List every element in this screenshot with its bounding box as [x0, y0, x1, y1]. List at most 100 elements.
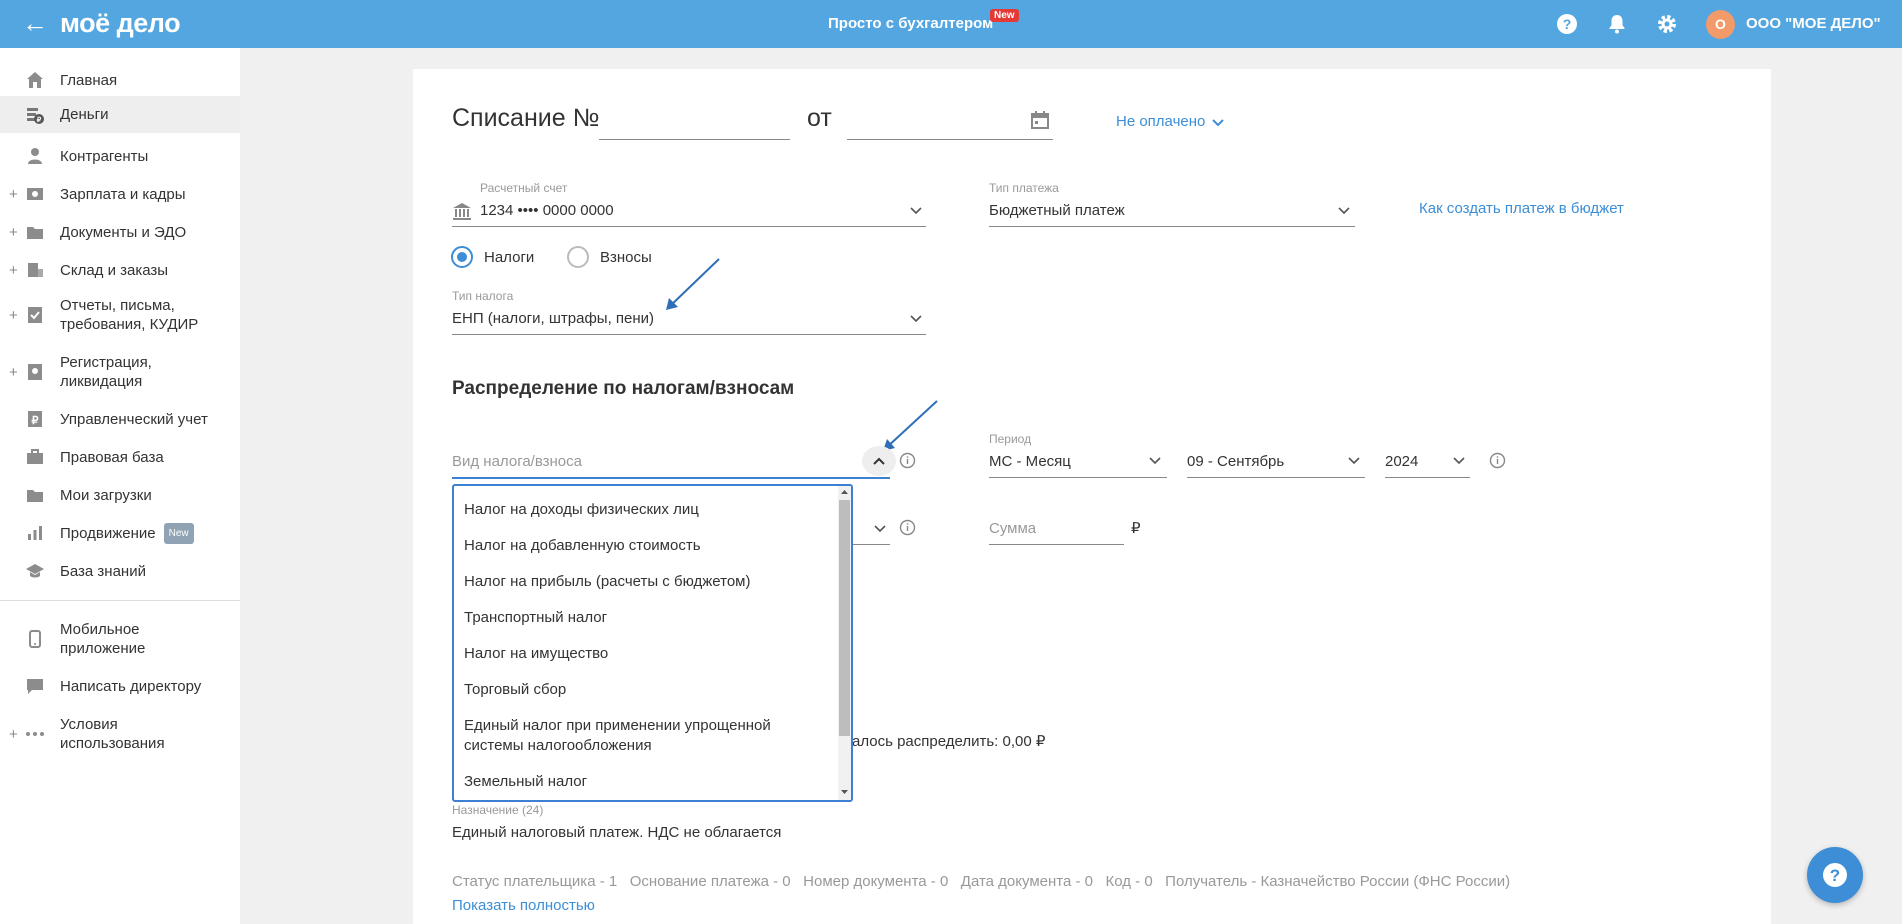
- list-item[interactable]: Налог на прибыль (расчеты с бюджетом): [464, 572, 750, 592]
- chevron-down-icon[interactable]: [1148, 456, 1162, 466]
- remaining-amount-text: алось распределить: 0,00 ₽: [852, 733, 1046, 750]
- show-full-link[interactable]: Показать полностью: [452, 897, 595, 914]
- chevron-down-icon[interactable]: [1211, 118, 1225, 128]
- help-chat-button[interactable]: ?: [1807, 847, 1863, 903]
- scrollbar[interactable]: [838, 486, 851, 800]
- sidebar-item-registration[interactable]: + Регистрация, ликвидация: [0, 350, 240, 394]
- info-icon[interactable]: [899, 452, 916, 469]
- date-from-label: от: [807, 104, 832, 132]
- chevron-down-icon[interactable]: [1347, 456, 1361, 466]
- calendar-icon[interactable]: [1030, 110, 1050, 130]
- sidebar-item-label: Мобильное приложение: [60, 621, 146, 657]
- account-select[interactable]: 1234 •••• 0000 0000: [480, 202, 614, 219]
- year-select[interactable]: 2024: [1385, 453, 1418, 470]
- mobile-icon: [29, 630, 41, 648]
- list-item[interactable]: Транспортный налог: [464, 608, 607, 628]
- accountant-service-link[interactable]: Просто с бухгалтером: [828, 15, 993, 32]
- chevron-down-icon[interactable]: [909, 314, 923, 324]
- radio-contributions-label[interactable]: Взносы: [600, 249, 652, 266]
- sidebar-item-label: Контрагенты: [60, 147, 149, 165]
- budget-payment-help-link[interactable]: Как создать платеж в бюджет: [1419, 200, 1624, 217]
- sidebar-item-label: Главная: [60, 71, 118, 89]
- radio-taxes-label[interactable]: Налоги: [484, 249, 534, 266]
- tax-kind-underline: [452, 477, 890, 479]
- radio-contributions[interactable]: [567, 246, 589, 268]
- expand-plus-icon[interactable]: +: [9, 364, 18, 381]
- purpose-value[interactable]: Единый налоговый платеж. НДС не облагает…: [452, 824, 781, 841]
- sidebar-item-contractors[interactable]: Контрагенты: [0, 141, 240, 171]
- sidebar-item-management[interactable]: ₽ Управленческий учет: [0, 404, 240, 434]
- company-name[interactable]: ООО "МОЕ ДЕЛО": [1746, 15, 1881, 32]
- sidebar-item-write-director[interactable]: Написать директору: [0, 671, 240, 701]
- list-item[interactable]: Торговый сбор: [464, 680, 566, 700]
- chevron-down-icon[interactable]: [909, 206, 923, 216]
- list-item[interactable]: Земельный налог: [464, 772, 587, 792]
- sidebar-item-reports[interactable]: + Отчеты, письма, требования, КУДИР: [0, 293, 240, 337]
- date-input[interactable]: [847, 139, 1053, 140]
- sidebar-item-downloads[interactable]: Мои загрузки: [0, 480, 240, 510]
- chevron-down-icon[interactable]: [873, 524, 887, 534]
- payment-type-underline: [989, 226, 1355, 227]
- list-item[interactable]: Налог на доходы физических лиц: [464, 500, 699, 520]
- sidebar-item-terms[interactable]: + Условия использования: [0, 712, 240, 756]
- sidebar-item-knowledge-base[interactable]: База знаний: [0, 556, 240, 586]
- chevron-up-icon: [873, 457, 885, 465]
- scroll-down-icon[interactable]: [840, 788, 849, 796]
- scrollbar-thumb[interactable]: [839, 500, 850, 736]
- sidebar-item-label: Правовая база: [60, 448, 164, 466]
- list-item[interactable]: Единый налог при применении упрощенной с…: [464, 716, 804, 756]
- info-icon[interactable]: [1489, 452, 1506, 469]
- home-icon: [27, 72, 43, 88]
- tax-type-label: Тип налога: [452, 289, 514, 303]
- tax-type-select[interactable]: ЕНП (налоги, штрафы, пени): [452, 310, 654, 327]
- expand-plus-icon[interactable]: +: [9, 186, 18, 203]
- expand-plus-icon[interactable]: +: [9, 726, 18, 743]
- sidebar-item-label: Мои загрузки: [60, 486, 152, 504]
- sidebar-item-label: Управленческий учет: [60, 410, 208, 428]
- contractors-icon: [28, 148, 42, 164]
- amount-underline: [989, 544, 1124, 545]
- expand-plus-icon[interactable]: +: [9, 262, 18, 279]
- period-select[interactable]: МС - Месяц: [989, 453, 1071, 470]
- management-icon: ₽: [28, 411, 42, 427]
- gear-icon[interactable]: [1655, 12, 1679, 36]
- new-badge: New: [990, 9, 1019, 22]
- sidebar-item-money[interactable]: ₽ Деньги: [0, 96, 240, 133]
- promotion-icon: [28, 526, 42, 540]
- sidebar-item-mobile-app[interactable]: Мобильное приложение: [0, 617, 240, 661]
- radio-taxes[interactable]: [451, 246, 473, 268]
- sidebar-item-documents[interactable]: + Документы и ЭДО: [0, 217, 240, 247]
- collapse-button[interactable]: [862, 446, 896, 476]
- logo[interactable]: моё дело: [60, 8, 181, 39]
- year-underline: [1385, 477, 1470, 478]
- amount-input[interactable]: Сумма: [989, 520, 1036, 537]
- sidebar-item-label: Продвижение New: [60, 522, 194, 544]
- help-icon[interactable]: ?: [1555, 12, 1579, 36]
- expand-plus-icon[interactable]: +: [9, 224, 18, 241]
- scroll-up-icon[interactable]: [840, 488, 849, 496]
- payment-type-select[interactable]: Бюджетный платеж: [989, 202, 1125, 219]
- list-item[interactable]: Налог на имущество: [464, 644, 608, 664]
- sidebar-item-home[interactable]: Главная: [0, 65, 240, 95]
- payment-status-dropdown[interactable]: Не оплачено: [1116, 113, 1205, 130]
- top-bar: ← моё дело Просто с бухгалтером New ? О …: [0, 0, 1902, 48]
- sidebar-item-salary[interactable]: + Зарплата и кадры: [0, 179, 240, 209]
- sidebar-item-label: Условия использования: [60, 716, 165, 752]
- info-icon[interactable]: [899, 519, 916, 536]
- expand-plus-icon[interactable]: +: [9, 307, 18, 324]
- tax-kind-input[interactable]: Вид налога/взноса: [452, 453, 582, 470]
- avatar[interactable]: О: [1706, 10, 1735, 39]
- back-arrow-icon[interactable]: ←: [22, 10, 48, 36]
- account-label: Расчетный счет: [480, 181, 568, 195]
- month-select[interactable]: 09 - Сентябрь: [1187, 453, 1284, 470]
- document-number-input[interactable]: [599, 139, 790, 140]
- chevron-down-icon[interactable]: [1452, 456, 1466, 466]
- tax-kind-dropdown-list[interactable]: Налог на доходы физических лиц Налог на …: [452, 484, 853, 802]
- bell-icon[interactable]: [1605, 12, 1629, 36]
- list-item[interactable]: Налог на добавленную стоимость: [464, 536, 701, 556]
- sidebar-item-warehouse[interactable]: + Склад и заказы: [0, 255, 240, 285]
- sidebar-item-promotion[interactable]: Продвижение New: [0, 518, 240, 548]
- second-row-underline: [853, 544, 890, 545]
- sidebar-item-legal-base[interactable]: Правовая база: [0, 442, 240, 472]
- chevron-down-icon[interactable]: [1337, 206, 1351, 216]
